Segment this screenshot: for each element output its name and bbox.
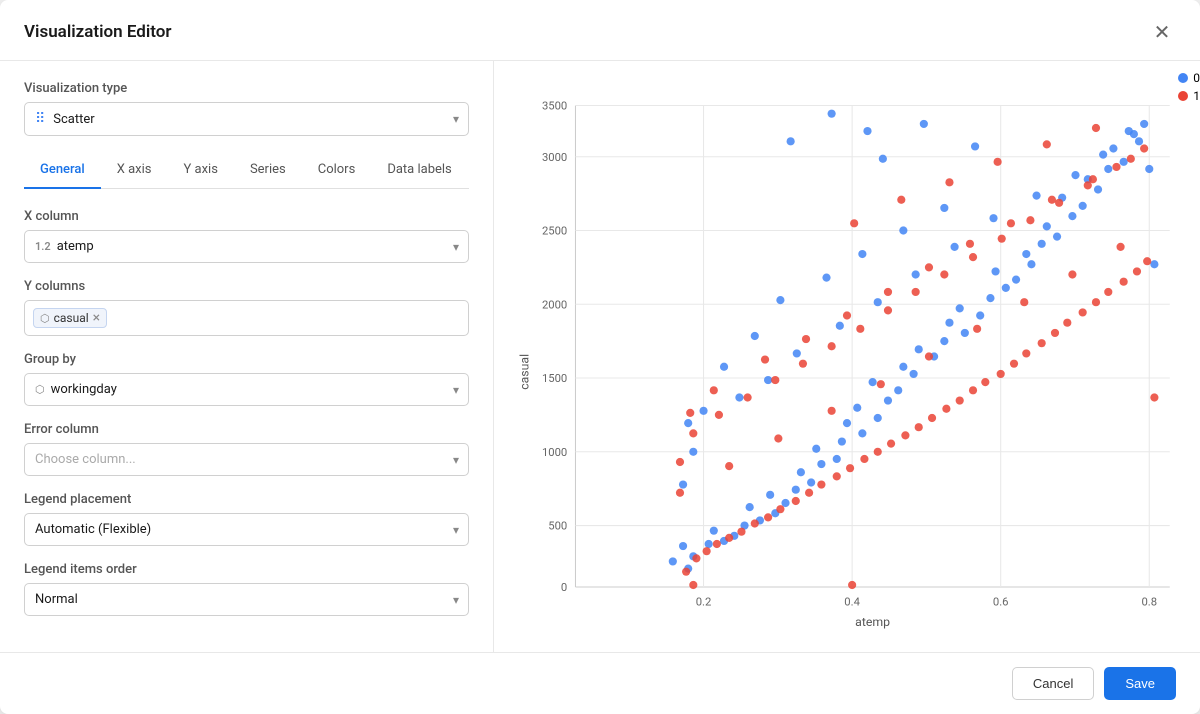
tabs-container: General X axis Y axis Series Colors Data… — [24, 152, 469, 189]
svg-text:1000: 1000 — [542, 446, 567, 459]
cancel-button[interactable]: Cancel — [1012, 667, 1094, 700]
legend-label-1: 1 — [1193, 89, 1200, 103]
legend-items-order-select[interactable]: Normal — [24, 583, 469, 616]
x-column-select[interactable]: 1.2 atemp — [24, 230, 469, 263]
group-by-type-icon: ⬡ — [35, 383, 45, 396]
tab-x-axis[interactable]: X axis — [101, 152, 168, 189]
svg-text:casual: casual — [518, 354, 532, 390]
group-by-select[interactable]: ⬡ workingday — [24, 373, 469, 406]
x-column-value: atemp — [57, 239, 94, 254]
svg-text:2000: 2000 — [542, 298, 567, 311]
modal-title: Visualization Editor — [24, 22, 172, 42]
svg-text:1500: 1500 — [542, 372, 567, 385]
viz-type-label: Visualization type — [24, 81, 469, 96]
modal-body: Visualization type ⠿ Scatter ▾ General X… — [0, 61, 1200, 652]
group-by-label: Group by — [24, 352, 469, 367]
svg-text:0.6: 0.6 — [993, 595, 1009, 608]
casual-tag-label: casual — [54, 311, 89, 325]
tab-y-axis[interactable]: Y axis — [168, 152, 234, 189]
svg-text:2500: 2500 — [542, 225, 567, 238]
group-by-value: workingday — [51, 382, 117, 397]
chart-legend: 0 1 — [1178, 71, 1200, 103]
x-column-type-icon: 1.2 — [35, 240, 51, 253]
y-columns-label: Y columns — [24, 279, 469, 294]
group-by-select-wrapper: ⬡ workingday ▾ — [24, 373, 469, 406]
x-column-select-wrapper: 1.2 atemp ▾ — [24, 230, 469, 263]
tab-colors[interactable]: Colors — [302, 152, 372, 189]
legend-items-order-value: Normal — [35, 592, 78, 607]
tab-general[interactable]: General — [24, 152, 101, 189]
scatter-chart: 0 500 1000 1500 2000 2500 3000 3500 0.2 … — [514, 77, 1180, 636]
x-column-label: X column — [24, 209, 469, 224]
save-button[interactable]: Save — [1104, 667, 1176, 700]
legend-placement-label: Legend placement — [24, 492, 469, 507]
legend-items-order-label: Legend items order — [24, 562, 469, 577]
modal-header: Visualization Editor ✕ — [0, 0, 1200, 61]
viz-type-select-wrapper: ⠿ Scatter ▾ — [24, 102, 469, 136]
svg-text:500: 500 — [548, 520, 567, 533]
viz-type-value: Scatter — [53, 112, 94, 127]
error-column-label: Error column — [24, 422, 469, 437]
legend-items-order-select-wrapper: Normal ▾ — [24, 583, 469, 616]
legend-placement-value: Automatic (Flexible) — [35, 522, 151, 537]
legend-dot-0 — [1178, 73, 1188, 83]
y-columns-input[interactable]: ⬡ casual × — [24, 300, 469, 336]
casual-tag-remove[interactable]: × — [93, 311, 100, 325]
svg-text:atemp: atemp — [855, 616, 890, 630]
close-button[interactable]: ✕ — [1148, 18, 1176, 46]
y-column-tag-casual: ⬡ casual × — [33, 308, 107, 328]
left-panel: Visualization type ⠿ Scatter ▾ General X… — [0, 61, 494, 652]
svg-text:0: 0 — [561, 581, 567, 594]
casual-type-icon: ⬡ — [40, 312, 50, 325]
legend-dot-1 — [1178, 91, 1188, 101]
svg-text:3000: 3000 — [542, 151, 567, 164]
modal-footer: Cancel Save — [0, 652, 1200, 714]
legend-label-0: 0 — [1193, 71, 1200, 85]
svg-text:3500: 3500 — [542, 100, 567, 113]
error-column-placeholder: Choose column... — [35, 452, 136, 467]
tab-series[interactable]: Series — [234, 152, 302, 189]
scatter-icon: ⠿ — [35, 111, 45, 127]
viz-type-select[interactable]: ⠿ Scatter — [24, 102, 469, 136]
error-column-select[interactable]: Choose column... — [24, 443, 469, 476]
svg-text:0.8: 0.8 — [1141, 595, 1157, 608]
svg-text:0.2: 0.2 — [696, 595, 712, 608]
chart-panel: 0 1 — [494, 61, 1200, 652]
legend-item-1: 1 — [1178, 89, 1200, 103]
legend-placement-select[interactable]: Automatic (Flexible) — [24, 513, 469, 546]
close-icon: ✕ — [1154, 20, 1171, 45]
legend-item-0: 0 — [1178, 71, 1200, 85]
visualization-editor-modal: Visualization Editor ✕ Visualization typ… — [0, 0, 1200, 714]
legend-placement-select-wrapper: Automatic (Flexible) ▾ — [24, 513, 469, 546]
svg-text:0.4: 0.4 — [844, 595, 860, 608]
tab-data-labels[interactable]: Data labels — [371, 152, 467, 189]
error-column-select-wrapper: Choose column... ▾ — [24, 443, 469, 476]
